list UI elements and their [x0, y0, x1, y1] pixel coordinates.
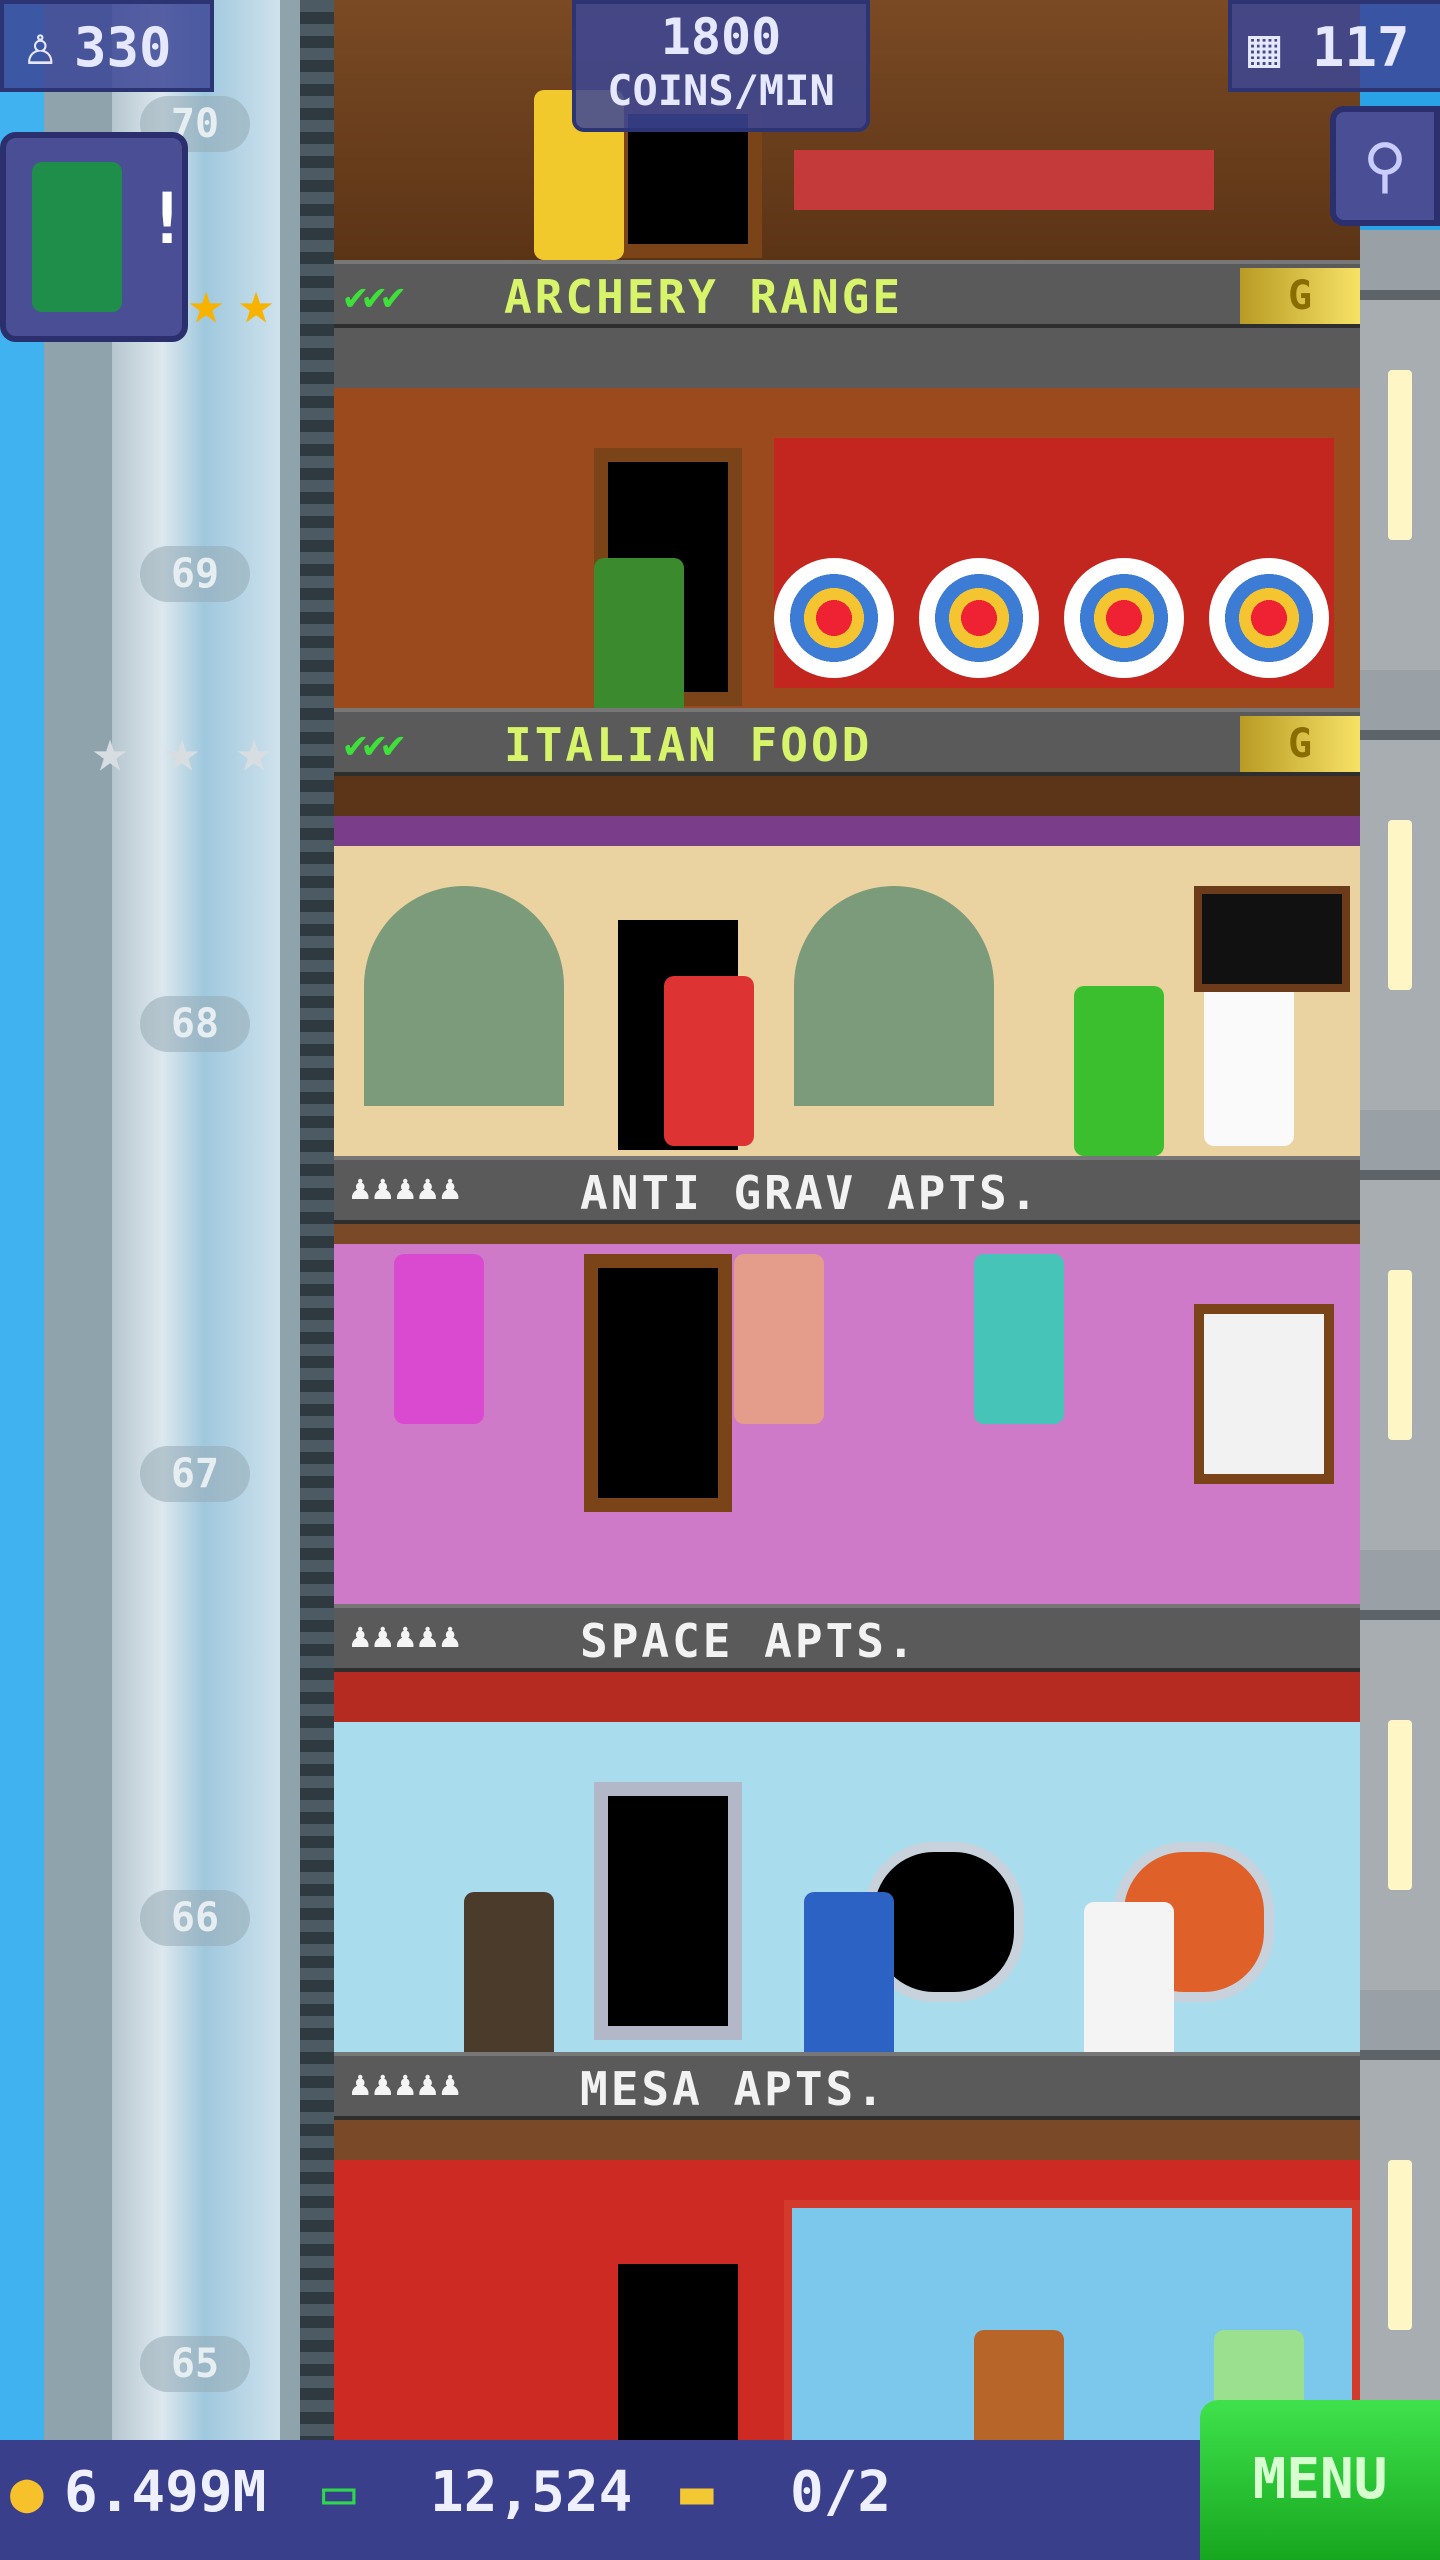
- stock-checkmarks: ✔✔✔: [344, 722, 405, 766]
- bitizen[interactable]: [734, 1254, 824, 1424]
- building-icon: ▦: [1248, 16, 1281, 79]
- bitizen[interactable]: [594, 558, 684, 728]
- window-light: [1388, 1270, 1412, 1440]
- person-icon: ♙: [24, 14, 57, 77]
- bitizen[interactable]: [664, 976, 754, 1146]
- elevator-cable: [300, 0, 334, 2440]
- coins-value: 6.499M: [64, 2460, 267, 2525]
- bitizen[interactable]: [1074, 986, 1164, 1156]
- alert-indicator: !: [146, 178, 189, 260]
- star-icon: ★: [188, 268, 225, 338]
- magnifier-icon: ⚲: [1363, 131, 1407, 201]
- floor-door: [594, 1782, 742, 2040]
- menu-board: [1194, 886, 1350, 992]
- floor-room-space-apts[interactable]: [334, 1672, 1360, 2072]
- target: [774, 558, 894, 678]
- resident-icons: ♟♟♟♟♟: [350, 1616, 463, 1656]
- resident-icons: ♟♟♟♟♟: [350, 2064, 463, 2104]
- floor-counter[interactable]: ▦ 117: [1228, 0, 1440, 92]
- star-icon: ★: [92, 716, 129, 786]
- bitizen[interactable]: [1084, 1902, 1174, 2072]
- target: [1209, 558, 1329, 678]
- floor-number-68[interactable]: 68: [140, 996, 250, 1052]
- star-icon: ★: [164, 716, 201, 786]
- sky: [0, 0, 44, 2440]
- floor-number-65[interactable]: 65: [140, 2336, 250, 2392]
- coins-rate-value: 1800: [660, 8, 782, 66]
- floor-title: SPACE APTS.: [580, 1614, 918, 1668]
- star-icon: ★: [236, 716, 273, 786]
- population-value: 330: [74, 16, 172, 79]
- bitizen[interactable]: [974, 1254, 1064, 1424]
- window-light: [1388, 2160, 1412, 2330]
- floor-banner-space-apts[interactable]: ♟♟♟♟♟ SPACE APTS.: [334, 1604, 1360, 1672]
- floor-title: MESA APTS.: [580, 2062, 887, 2116]
- tickets-value: 0/2: [790, 2460, 892, 2525]
- counter: [794, 150, 1214, 210]
- floor-title: ARCHERY RANGE: [504, 270, 904, 324]
- bitizen[interactable]: [464, 1892, 554, 2062]
- bitizen[interactable]: [394, 1254, 484, 1424]
- floor-room-anti-grav-apts[interactable]: [334, 1224, 1360, 1604]
- floor-banner-anti-grav-apts[interactable]: ♟♟♟♟♟ ANTI GRAV APTS.: [334, 1156, 1360, 1224]
- menu-button[interactable]: MENU: [1200, 2400, 1440, 2560]
- floor-number-66[interactable]: 66: [140, 1890, 250, 1946]
- floor-banner-mesa-apts[interactable]: ♟♟♟♟♟ MESA APTS.: [334, 2052, 1360, 2120]
- floor-door: [584, 1254, 732, 1512]
- floor-banner-italian-food[interactable]: ✔✔✔ ITALIAN FOOD G: [334, 708, 1360, 776]
- resident-icons: ♟♟♟♟♟: [350, 1168, 463, 1208]
- stock-checkmarks: ✔✔✔: [344, 274, 405, 318]
- window-light: [1388, 370, 1412, 540]
- target: [1064, 558, 1184, 678]
- search-button[interactable]: ⚲: [1330, 106, 1440, 226]
- floor-title: ANTI GRAV APTS.: [580, 1166, 1041, 1220]
- window: [794, 886, 994, 1106]
- bux-icon[interactable]: ▭: [322, 2460, 356, 2525]
- category-tag[interactable]: G: [1240, 268, 1360, 324]
- floor-banner-archery-range[interactable]: ✔✔✔ ARCHERY RANGE G: [334, 260, 1360, 328]
- floor-number-67[interactable]: 67: [140, 1446, 250, 1502]
- bitizen[interactable]: [1204, 976, 1294, 1146]
- floor-room-italian-food[interactable]: [334, 776, 1360, 1164]
- floor-title: ITALIAN FOOD: [504, 718, 873, 772]
- ticket-icon[interactable]: ▬: [680, 2460, 714, 2525]
- bux-value: 12,524: [430, 2460, 633, 2525]
- window: [1194, 1304, 1334, 1484]
- visitor-card[interactable]: !: [0, 132, 188, 342]
- floor-number-69[interactable]: 69: [140, 546, 250, 602]
- elevator-track: [112, 0, 280, 2440]
- coin-icon: ●: [10, 2460, 44, 2525]
- floor-room-mesa-apts[interactable]: [334, 2120, 1360, 2500]
- population-counter[interactable]: ♙ 330: [0, 0, 214, 92]
- visitor-avatar: [32, 162, 122, 312]
- coins-rate-unit: COINS/MIN: [607, 66, 835, 115]
- floor-room-archery-range[interactable]: [334, 328, 1360, 728]
- target: [919, 558, 1039, 678]
- window-light: [1388, 820, 1412, 990]
- window-light: [1388, 1720, 1412, 1890]
- floor-count-value: 117: [1312, 16, 1410, 79]
- category-tag[interactable]: G: [1240, 716, 1360, 772]
- coins-rate-panel: 1800 COINS/MIN: [572, 0, 870, 132]
- bitizen[interactable]: [804, 1892, 894, 2062]
- star-icon: ★: [238, 268, 275, 338]
- window: [364, 886, 564, 1106]
